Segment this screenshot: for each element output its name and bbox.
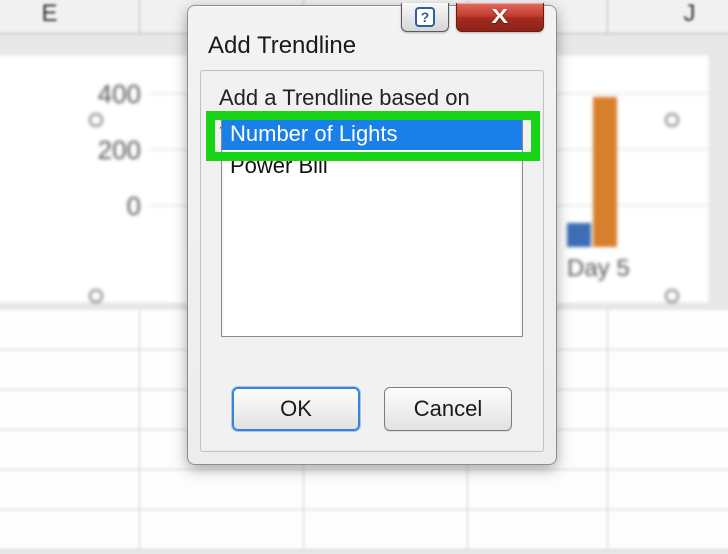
dialog-body: Add a Trendline based on Series: Number … xyxy=(200,70,544,452)
dialog-button-row: OK Cancel xyxy=(201,387,543,439)
bar-day5-series2 xyxy=(593,97,617,247)
list-item-power-bill[interactable]: Power Bill xyxy=(222,150,522,182)
selection-handle[interactable] xyxy=(89,113,103,127)
help-button[interactable]: ? xyxy=(401,3,449,32)
selection-handle[interactable] xyxy=(89,289,103,303)
dialog-title: Add Trendline xyxy=(208,32,356,60)
x-axis-label-day5: Day 5 xyxy=(567,255,630,283)
close-button[interactable]: X xyxy=(456,3,544,32)
column-header-j[interactable]: J xyxy=(608,0,728,33)
add-trendline-dialog: Add Trendline ? X Add a Trendline based … xyxy=(187,5,557,465)
help-icon: ? xyxy=(415,7,435,27)
list-item-number-of-lights[interactable]: Number of Lights xyxy=(222,118,522,150)
y-axis-tick-label: 400 xyxy=(91,79,141,110)
ok-button[interactable]: OK xyxy=(232,387,360,431)
y-axis-tick-label: 200 xyxy=(91,135,141,166)
series-listbox[interactable]: Number of Lights Power Bill xyxy=(221,117,523,337)
dialog-titlebar[interactable]: Add Trendline ? X xyxy=(188,6,556,46)
close-icon: X xyxy=(492,6,509,29)
cancel-button[interactable]: Cancel xyxy=(384,387,512,431)
y-axis-tick-label: 0 xyxy=(115,191,141,222)
selection-handle[interactable] xyxy=(665,289,679,303)
column-header-e[interactable]: E xyxy=(0,0,140,33)
bar-day5-series1 xyxy=(567,223,591,247)
selection-handle[interactable] xyxy=(665,113,679,127)
